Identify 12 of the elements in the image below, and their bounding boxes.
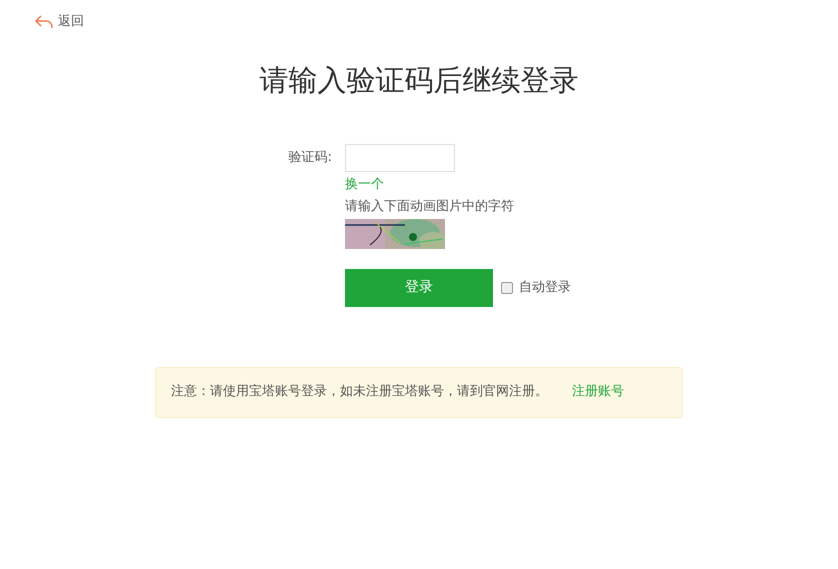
register-link[interactable]: 注册账号	[572, 382, 624, 402]
page-title: 请输入验证码后继续登录	[258, 62, 580, 98]
auto-login-checkbox[interactable]	[501, 282, 513, 294]
auto-login-label: 自动登录	[519, 278, 571, 297]
captcha-hint: 请输入下面动画图片中的字符	[345, 198, 515, 216]
login-button[interactable]: 登录	[345, 268, 493, 306]
back-link[interactable]: 返回	[58, 12, 84, 32]
captcha-input-field[interactable]	[345, 144, 455, 172]
refresh-captcha-link[interactable]: 换一个	[345, 174, 571, 194]
back-arrow-icon[interactable]	[34, 14, 54, 30]
notice-text: 注意：请使用宝塔账号登录，如未注册宝塔账号，请到官网注册。	[171, 383, 548, 402]
field-label: 验证码:	[288, 148, 332, 166]
